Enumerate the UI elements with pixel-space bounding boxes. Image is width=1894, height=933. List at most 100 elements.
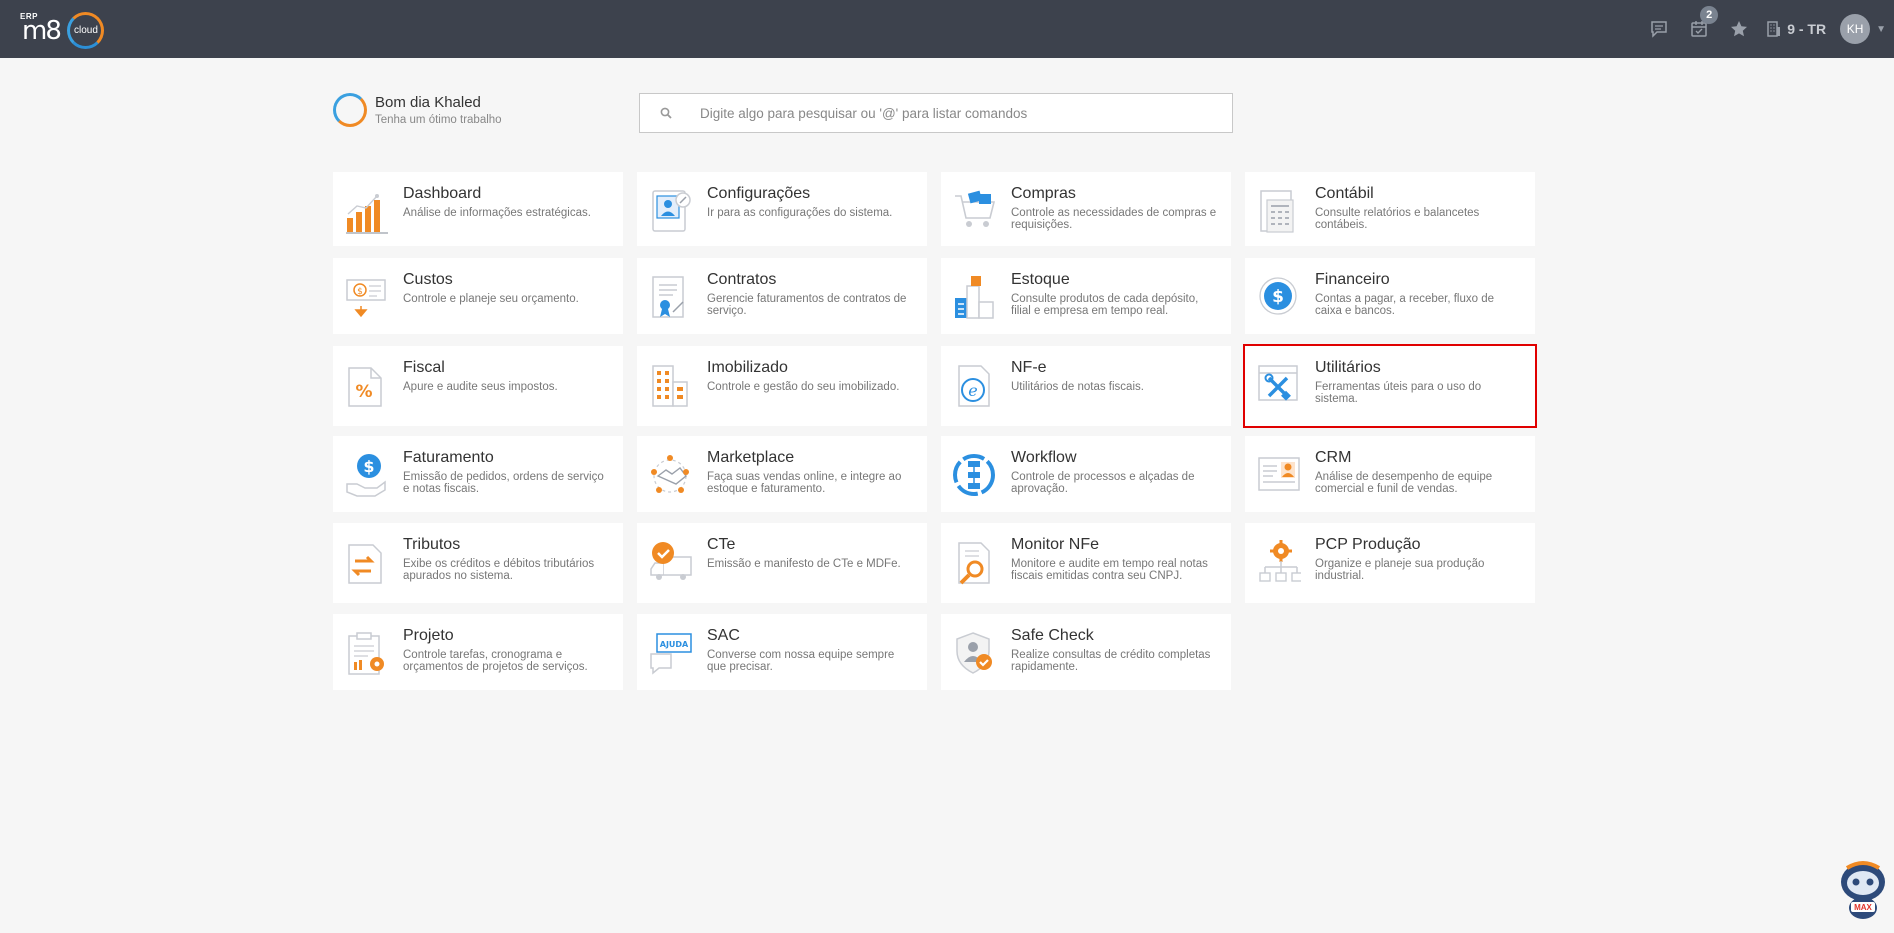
- module-card-custos[interactable]: $ Custos Controle e planeje seu orçamento.: [333, 258, 623, 334]
- search-input[interactable]: [700, 105, 1200, 121]
- clipboard-gear-icon: [348, 632, 384, 675]
- module-description: Ir para as configurações do sistema.: [707, 207, 893, 219]
- chat-icon[interactable]: [1639, 0, 1679, 58]
- module-card-crm[interactable]: CRM Análise de desempenho de equipe comer…: [1245, 436, 1535, 512]
- module-description: Consulte relatórios e balancetes contábe…: [1315, 207, 1480, 231]
- production-gear-icon: [1259, 540, 1301, 582]
- module-description: Controle e gestão do seu imobilizado.: [707, 381, 900, 393]
- module-card-estoque[interactable]: Estoque Consulte produtos de cada depósit…: [941, 258, 1231, 334]
- module-description: Realize consultas de crédito completas r…: [1011, 649, 1211, 673]
- svg-text:e: e: [968, 381, 977, 400]
- module-card-marketplace[interactable]: Marketplace Faça suas vendas online, e in…: [637, 436, 927, 512]
- module-description: Controle tarefas, cronograma e orçamento…: [403, 649, 588, 673]
- top-bar-actions: 2 9 - TR KH ▼: [1639, 0, 1894, 58]
- module-text: Configurações Ir para as configurações do…: [707, 184, 892, 246]
- module-title: Utilitários: [1315, 359, 1381, 376]
- star-icon[interactable]: [1719, 0, 1759, 58]
- module-text: Monitor NFe Monitore e audite em tempo re…: [1011, 535, 1219, 603]
- workflow-icon: [953, 454, 995, 496]
- module-title: Contratos: [707, 271, 777, 288]
- module-title: Marketplace: [707, 449, 795, 466]
- module-card-pcp-producao[interactable]: PCP Produção Organize e planeje sua produ…: [1245, 523, 1535, 603]
- module-card-fiscal[interactable]: % Fiscal Apure e audite seus impostos.: [333, 346, 623, 426]
- module-description: Controle e planeje seu orçamento.: [403, 293, 579, 305]
- module-title: CTe: [707, 536, 736, 553]
- module-card-imobilizado[interactable]: Imobilizado Controle e gestão do seu imob…: [637, 346, 927, 426]
- module-description: Monitore e audite em tempo real notas fi…: [1011, 558, 1208, 582]
- search-box[interactable]: [639, 93, 1233, 133]
- module-text: Projeto Controle tarefas, cronograma e or…: [403, 626, 611, 690]
- calendar-icon[interactable]: 2: [1679, 0, 1719, 58]
- module-description: Ferramentas úteis para o uso do sistema.: [1315, 381, 1482, 405]
- module-card-contabil[interactable]: Contábil Consulte relatórios e balancetes…: [1245, 172, 1535, 246]
- calculator-document-icon: [1260, 190, 1294, 233]
- smile-logo-icon: [333, 93, 367, 127]
- module-title: Configurações: [707, 185, 811, 202]
- settings-profile-icon: [652, 190, 691, 232]
- module-card-contratos[interactable]: Contratos Gerencie faturamentos de contra…: [637, 258, 927, 334]
- module-card-workflow[interactable]: Workflow Controle de processos e alçadas …: [941, 436, 1231, 512]
- svg-text:%: %: [355, 382, 372, 402]
- module-text: Financeiro Contas a pagar, a receber, flu…: [1315, 270, 1523, 334]
- module-text: Contábil Consulte relatórios e balancetes…: [1315, 184, 1523, 246]
- module-card-configuracoes[interactable]: Configurações Ir para as configurações do…: [637, 172, 927, 246]
- module-description: Análise de informações estratégicas.: [403, 207, 591, 219]
- module-text: Workflow Controle de processos e alçadas …: [1011, 448, 1219, 512]
- module-description: Utilitários de notas fiscais.: [1011, 381, 1144, 393]
- module-description: Faça suas vendas online, e integre ao es…: [707, 471, 902, 495]
- module-card-utilitarios[interactable]: Utilitários Ferramentas úteis para o uso …: [1243, 344, 1537, 428]
- module-card-sac[interactable]: AJUDA SAC Converse com nossa equipe sempre…: [637, 614, 927, 690]
- module-card-nf-e[interactable]: e NF-e Utilitários de notas fiscais.: [941, 346, 1231, 426]
- module-title: Monitor NFe: [1011, 536, 1100, 553]
- module-text: Safe Check Realize consultas de crédito c…: [1011, 626, 1219, 690]
- building-icon: [652, 365, 688, 407]
- module-description: Exibe os créditos e débitos tributários …: [403, 558, 595, 582]
- shield-check-icon: [956, 632, 992, 674]
- app-logo[interactable]: ERP m8 cloud: [18, 10, 110, 50]
- module-title: Safe Check: [1011, 627, 1094, 644]
- greeting: Bom dia Khaled Tenha um ótimo trabalho: [333, 93, 502, 127]
- module-card-tributos[interactable]: Tributos Exibe os créditos e débitos trib…: [333, 523, 623, 603]
- chevron-down-icon[interactable]: ▼: [1876, 24, 1886, 35]
- company-selector[interactable]: 9 - TR: [1759, 21, 1840, 37]
- module-title: NF-e: [1011, 359, 1047, 376]
- module-text: Imobilizado Controle e gestão do seu imob…: [707, 358, 899, 426]
- module-card-compras[interactable]: Compras Controle as necessidades de compr…: [941, 172, 1231, 246]
- module-title: SAC: [707, 627, 740, 644]
- module-title: Projeto: [403, 627, 454, 644]
- module-title: CRM: [1315, 449, 1352, 466]
- module-title: Estoque: [1011, 271, 1070, 288]
- module-card-financeiro[interactable]: $ Financeiro Contas a pagar, a receber, fl…: [1245, 258, 1535, 334]
- assistant-robot-icon[interactable]: MAX: [1835, 858, 1891, 922]
- module-card-monitor-nfe[interactable]: Monitor NFe Monitore e audite em tempo re…: [941, 523, 1231, 603]
- module-title: Contábil: [1315, 185, 1374, 202]
- money-bill-icon: $: [346, 279, 386, 318]
- module-title: Compras: [1011, 185, 1076, 202]
- module-description: Emissão e manifesto de CTe e MDFe.: [707, 558, 901, 570]
- module-text: Contratos Gerencie faturamentos de contra…: [707, 270, 915, 334]
- module-text: NF-e Utilitários de notas fiscais.: [1011, 358, 1144, 426]
- module-text: PCP Produção Organize e planeje sua produ…: [1315, 535, 1523, 603]
- svg-text:$: $: [363, 457, 374, 476]
- nfe-document-icon: e: [958, 365, 990, 407]
- avatar[interactable]: KH: [1840, 14, 1871, 44]
- module-card-faturamento[interactable]: $ Faturamento Emissão de pedidos, ordens d…: [333, 436, 623, 512]
- tools-icon: [1258, 365, 1298, 401]
- module-card-dashboard[interactable]: Dashboard Análise de informações estratég…: [333, 172, 623, 246]
- module-text: Marketplace Faça suas vendas online, e in…: [707, 448, 915, 512]
- module-title: Dashboard: [403, 185, 482, 202]
- logo-cloud-text: cloud: [74, 25, 98, 36]
- module-card-safe-check[interactable]: Safe Check Realize consultas de crédito c…: [941, 614, 1231, 690]
- module-text: Compras Controle as necessidades de compr…: [1011, 184, 1219, 246]
- module-card-cte[interactable]: CTe Emissão e manifesto de CTe e MDFe.: [637, 523, 927, 603]
- module-description: Gerencie faturamentos de contratos de se…: [707, 293, 907, 317]
- module-text: Custos Controle e planeje seu orçamento.: [403, 270, 579, 334]
- module-description: Organize e planeje sua produção industri…: [1315, 558, 1485, 582]
- search-icon: [660, 107, 672, 119]
- module-title: Financeiro: [1315, 271, 1390, 288]
- module-title: Faturamento: [403, 449, 494, 466]
- module-text: SAC Converse com nossa equipe sempre que …: [707, 626, 915, 690]
- notification-badge: 2: [1700, 6, 1719, 24]
- module-card-projeto[interactable]: Projeto Controle tarefas, cronograma e or…: [333, 614, 623, 690]
- svg-text:$: $: [1272, 287, 1284, 307]
